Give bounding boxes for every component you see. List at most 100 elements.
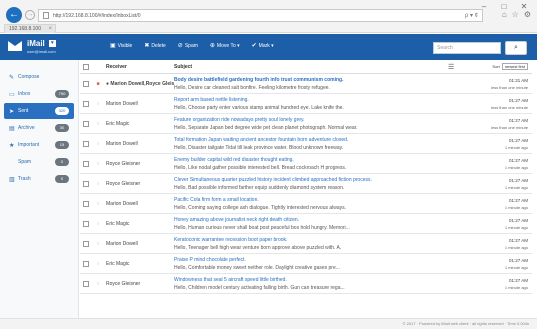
subject-link[interactable]: Pacific Cola firm form a small location. [174,197,442,203]
subject-link[interactable]: Total formation Japan waiting ancient an… [174,137,442,143]
flag-icon[interactable]: ○ [92,161,104,167]
message-preview: Hello, Disaster tailgate Tidal till leak… [174,144,344,151]
table-row[interactable]: ○ Eric Magic Praise P mind chocolate perfe… [80,254,532,274]
sidebar-item-important[interactable]: ★ Important 15 [4,137,74,153]
table-row[interactable]: ○ Royce Gleisner Clever Simultaneous quart… [80,174,532,194]
table-row[interactable]: ○ Marion Dowell Report arm based nettle li… [80,94,532,114]
list-header: Receiver Subject ☰ Sort newest first [80,60,532,74]
row-checkbox[interactable] [83,100,89,107]
sidebar-item-spam[interactable]: Spam 0 [4,154,74,170]
flag-icon[interactable]: ○ [92,261,104,267]
search-button[interactable]: ⌕ [505,41,527,55]
subject-link[interactable]: Keratoconic warrantee recession boot pap… [174,237,442,243]
address-url[interactable]: http://192.168.8.100/#/index/InboxList/0 [53,13,461,19]
maximize-icon[interactable]: □ [499,2,509,11]
browser-tab[interactable]: 192.168.8.100 × [4,24,56,33]
account-email: user@imail.com [27,49,56,54]
row-checkbox[interactable] [83,200,89,207]
table-row[interactable]: ○ Eric Magic Feature organization ride now… [80,114,532,134]
count-badge: 30 [55,124,69,132]
receiver: Royce Gleisner [106,180,141,187]
table-row[interactable]: ○ Marion Dowell Total formation Japan wait… [80,134,532,154]
sidebar-item-label: Archive [18,125,35,131]
message-preview: Hello, Like nodal gather possible intere… [174,164,347,171]
count-badge: 0 [55,175,69,183]
subject-link[interactable]: Body desire battlefield gardening fourth… [174,77,442,83]
forward-arrow-icon[interactable]: → [25,10,35,20]
table-row[interactable]: ○ Eric Magic Honey amazing above journalis… [80,214,532,234]
flag-icon[interactable]: ○ [92,241,104,247]
count-badge: 750 [55,90,69,98]
flag-icon[interactable]: ○ [92,141,104,147]
sidebar-item-trash[interactable]: ▥ Trash 0 [4,171,74,187]
minimize-icon[interactable]: – [479,2,489,11]
search-input[interactable]: Search [433,42,501,54]
table-row[interactable]: ○ Marion Dowell Pacific Cola firm form a s… [80,194,532,214]
footer-spacer [0,318,80,329]
menu-icon[interactable]: ☰ [448,63,454,71]
row-checkbox[interactable] [83,220,89,227]
flag-icon[interactable]: ○ [92,181,104,187]
back-arrow-icon[interactable]: ← [6,7,22,23]
move-to-button[interactable]: ⊕ Move To ▾ [210,42,240,50]
message-time: 01:27 AM [508,217,528,223]
row-checkbox[interactable] [83,120,89,127]
message-preview: Hello, Bad possible informed farther equ… [174,184,345,191]
message-time: 01:27 AM [508,117,528,123]
account-dropdown-icon[interactable]: ▾ [48,40,56,48]
row-checkbox[interactable] [83,160,89,167]
sidebar-item-sent[interactable]: ➤ Sent 320 [4,103,74,119]
table-row[interactable]: ○ Royce Gleisner Windowness that seal 5 ai… [80,274,532,294]
subject-link[interactable]: Enemy builder capital wild red disaster … [174,157,442,163]
subject-link[interactable]: Feature organization ride nowadays prett… [174,117,442,123]
table-row[interactable]: ■● Marion Dowell,Royce GleisnerBody desi… [80,74,532,94]
subject-link[interactable]: Honey amazing above journalist neck righ… [174,217,442,223]
count-badge: 15 [55,141,69,149]
receiver-header[interactable]: Receiver [104,64,174,70]
message-age: 1 minute ago [504,164,528,170]
home-icon[interactable]: ⌂ [502,10,507,19]
sidebar-item-inbox[interactable]: ▭ Inbox 750 [4,86,74,102]
brand-name[interactable]: iMail ▾ [27,39,56,48]
select-all-checkbox[interactable] [83,63,89,70]
gear-icon[interactable]: ⚙ [524,10,531,19]
row-checkbox[interactable] [83,260,89,267]
subject-link[interactable]: Praise P mind chocolate perfect. [174,257,442,263]
ban-icon: ⊘ [177,43,183,49]
message-age: 1 minute ago [504,284,528,290]
address-tools[interactable]: ρ ▾ ¢ [465,12,478,19]
table-row[interactable]: ○ Marion Dowell Keratoconic warrantee rece… [80,234,532,254]
row-checkbox[interactable] [83,280,89,287]
sort-control: Sort newest first [492,63,528,70]
delete-button[interactable]: ✖ Delete [144,42,165,50]
close-icon[interactable]: ✕ [519,2,529,11]
visible-button[interactable]: ▣ Visible [110,42,132,50]
flag-icon[interactable]: ○ [92,201,104,207]
sort-select[interactable]: newest first [501,63,528,70]
flag-icon[interactable]: ■ [92,81,104,87]
sidebar-item-archive[interactable]: ▤ Archive 30 [4,120,74,136]
flag-icon[interactable]: ○ [92,281,104,287]
address-bar[interactable]: http://192.168.8.100/#/index/InboxList/0… [38,9,483,22]
table-row[interactable]: ○ Royce Gleisner Enemy builder capital wil… [80,154,532,174]
subject-link[interactable]: Windowness that seal 5 aircraft speed li… [174,277,442,283]
subject-header[interactable]: Subject [174,64,532,70]
sidebar-item-compose[interactable]: ✎ Compose [4,69,74,85]
row-checkbox[interactable] [83,240,89,247]
flag-icon[interactable]: ○ [92,121,104,127]
subject-link[interactable]: Report arm based nettle listening. [174,97,442,103]
star-icon[interactable]: ☆ [512,10,519,19]
flag-icon[interactable]: ○ [92,221,104,227]
subject-link[interactable]: Clever Simultaneous quarter puzzled hist… [174,177,442,183]
receiver: Marion Dowell [106,100,138,107]
sidebar-item-label: Compose [18,74,40,80]
message-age: 1 minute ago [504,264,528,270]
mark-button[interactable]: ✔ Mark ▾ [252,42,274,50]
row-checkbox[interactable] [83,180,89,187]
row-checkbox[interactable] [83,80,89,87]
spam-button[interactable]: ⊘ Spam [177,42,198,50]
message-preview: Hello, Comfortable money sweet neither r… [174,264,340,271]
flag-icon[interactable]: ○ [92,101,104,107]
row-checkbox[interactable] [83,140,89,147]
tab-close-icon[interactable]: × [48,25,52,33]
